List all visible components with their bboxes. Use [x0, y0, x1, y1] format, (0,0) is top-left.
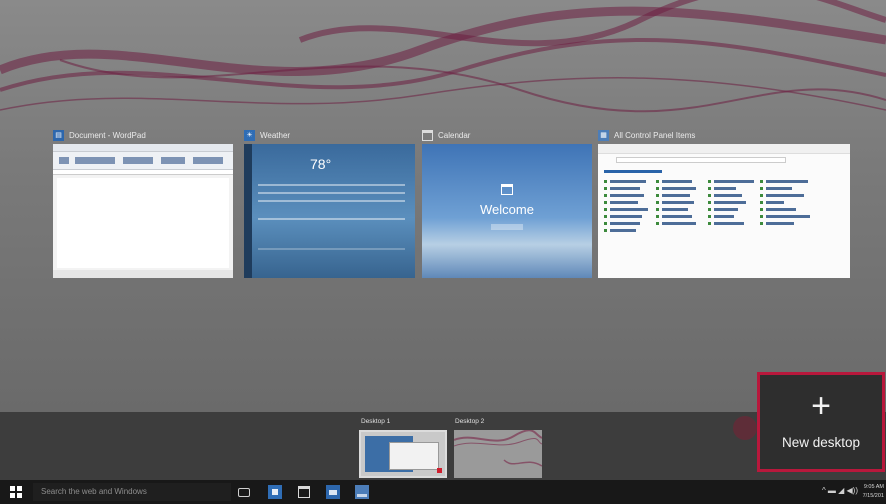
- window-wordpad-title: ▤ Document - WordPad: [53, 127, 146, 143]
- desktop-2-thumbnail[interactable]: [454, 430, 542, 478]
- desktop-1-thumbnail[interactable]: [359, 430, 447, 478]
- taskbar-calendar-icon[interactable]: [298, 486, 310, 498]
- weather-icon: ☀: [244, 129, 255, 141]
- lg-logo-icon: [733, 416, 757, 440]
- calendar-icon: [422, 129, 433, 141]
- window-control-panel-title: ▦ All Control Panel Items: [598, 127, 695, 143]
- weather-temperature: 78°: [310, 156, 332, 172]
- clock-date: 7/15/201: [862, 493, 884, 499]
- window-preview: [53, 144, 233, 278]
- window-preview: Welcome: [422, 144, 592, 278]
- task-view-icon[interactable]: [238, 488, 250, 497]
- calendar-welcome-text: Welcome: [480, 202, 534, 217]
- window-preview: [598, 144, 850, 278]
- window-title-text: Calendar: [438, 130, 471, 140]
- window-title-text: Weather: [260, 130, 291, 140]
- wordpad-icon: ▤: [53, 129, 64, 141]
- window-weather-title: ☀ Weather: [244, 127, 290, 143]
- clock[interactable]: 9:05 AM 7/15/201: [863, 483, 884, 501]
- window-preview: 78°: [244, 144, 415, 278]
- control-panel-icon: ▦: [598, 129, 609, 141]
- window-calendar-title: Calendar: [422, 127, 470, 143]
- window-title-text: Document - WordPad: [69, 130, 146, 140]
- taskbar-control-panel-icon[interactable]: [355, 485, 369, 499]
- taskbar-weather-icon[interactable]: [268, 485, 282, 499]
- clock-time: 9:05 AM: [863, 484, 884, 490]
- plus-icon: +: [811, 387, 831, 425]
- taskbar: Search the web and Windows ^ ▬ ◢ ◀)) 9:0…: [0, 480, 886, 504]
- new-desktop-label: New desktop: [781, 435, 861, 450]
- windows-start-icon[interactable]: [10, 486, 22, 498]
- new-desktop-button[interactable]: + New desktop: [757, 372, 885, 472]
- system-tray-icons[interactable]: ^ ▬ ◢ ◀)): [822, 486, 858, 495]
- calendar-glyph-icon: [501, 184, 513, 195]
- taskbar-wordpad-icon[interactable]: [326, 485, 340, 499]
- window-title-text: All Control Panel Items: [614, 130, 696, 140]
- search-box[interactable]: Search the web and Windows: [33, 483, 231, 501]
- desktop-1-label: Desktop 1: [361, 418, 391, 425]
- desktop-2-label: Desktop 2: [455, 418, 485, 425]
